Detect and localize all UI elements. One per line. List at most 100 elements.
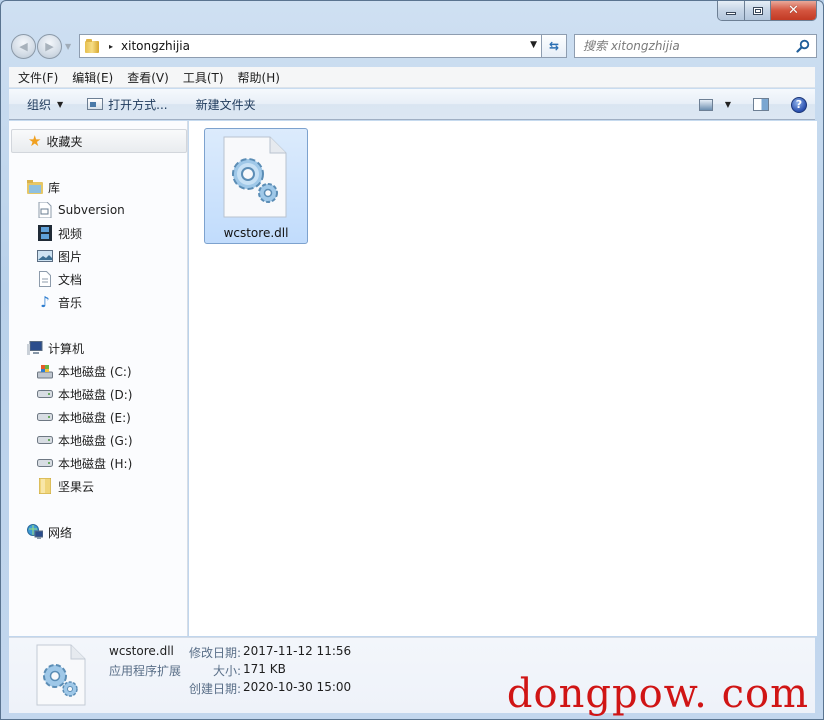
address-history-dropdown-icon[interactable]: ▼ <box>530 40 537 50</box>
organize-label: 组织 <box>27 97 52 112</box>
document-icon <box>37 271 53 287</box>
new-folder-label: 新建文件夹 <box>195 97 256 112</box>
dll-gear-icon <box>223 136 287 218</box>
back-button[interactable]: ◀ <box>11 34 36 59</box>
minimize-button[interactable] <box>718 1 745 20</box>
sidebar-item-drive-e[interactable]: 本地磁盘 (E:) <box>37 407 131 427</box>
sidebar-item-label: 本地磁盘 (H:) <box>58 456 133 471</box>
back-arrow-icon: ◀ <box>19 40 28 53</box>
file-list-pane: wcstore.dll <box>189 121 817 636</box>
created-date-label: 创建日期: <box>188 682 241 696</box>
refresh-button[interactable]: ⇆ <box>541 34 567 58</box>
sidebar-item-subversion[interactable]: Subversion <box>37 200 125 220</box>
document-icon <box>37 202 53 218</box>
close-icon: ✕ <box>788 3 799 18</box>
breadcrumb-chevron-icon[interactable]: ▸ <box>109 42 113 51</box>
size-label: 大小: <box>212 664 241 678</box>
picture-icon <box>37 248 53 264</box>
preview-pane-icon[interactable] <box>753 98 769 111</box>
sidebar-item-label: 音乐 <box>58 295 83 310</box>
menu-help[interactable]: 帮助(H) <box>233 69 285 86</box>
help-icon[interactable]: ? <box>791 96 807 113</box>
sidebar-item-jianguoyun[interactable]: 坚果云 <box>37 476 94 496</box>
network-icon <box>27 524 43 540</box>
refresh-icon: ⇆ <box>548 39 560 53</box>
caption-buttons: ✕ <box>717 1 817 21</box>
sidebar-item-label: 收藏夹 <box>46 134 83 149</box>
sidebar-item-label: 视频 <box>58 226 83 241</box>
library-folder-icon <box>27 179 43 195</box>
sidebar-item-network[interactable]: 网络 <box>27 522 72 542</box>
video-film-icon <box>37 225 53 241</box>
menu-edit[interactable]: 编辑(E) <box>67 69 118 86</box>
sidebar-item-videos[interactable]: 视频 <box>37 223 82 243</box>
menu-file[interactable]: 文件(F) <box>13 69 63 86</box>
sidebar-item-libraries[interactable]: 库 <box>27 177 60 197</box>
open-with-button[interactable]: 打开方式... <box>79 92 175 116</box>
minimize-icon <box>726 11 736 15</box>
sidebar-item-drive-c[interactable]: 本地磁盘 (C:) <box>37 361 132 381</box>
maximize-icon <box>752 6 763 15</box>
hard-drive-icon <box>37 432 53 448</box>
open-with-icon <box>87 98 104 110</box>
sidebar-item-label: 本地磁盘 (D:) <box>58 387 133 402</box>
sidebar-item-label: Subversion <box>58 203 125 217</box>
search-icon[interactable] <box>796 39 810 53</box>
created-date-value: 2020-10-30 15:00 <box>243 680 352 694</box>
change-view-icon[interactable] <box>698 98 713 111</box>
sidebar-item-computer[interactable]: 计算机 <box>27 338 84 358</box>
sidebar-item-documents[interactable]: 文档 <box>37 269 82 289</box>
sidebar-item-label: 网络 <box>48 525 73 540</box>
menu-tools[interactable]: 工具(T) <box>178 69 229 86</box>
file-name: wcstore.dll <box>223 226 289 240</box>
hard-drive-icon <box>37 386 53 402</box>
sidebar-item-label: 本地磁盘 (E:) <box>58 410 131 425</box>
hard-drive-icon <box>37 455 53 471</box>
command-bar: 组织 ▼ 打开方式... 新建文件夹 ▼ ? <box>9 89 815 120</box>
computer-icon <box>27 340 43 356</box>
music-note-icon: ♪ <box>40 293 50 311</box>
watermark-text: dongpow. com <box>506 671 809 717</box>
view-options-dropdown-icon[interactable]: ▼ <box>725 100 731 109</box>
address-bar[interactable]: ▸ xitongzhijia ▼ <box>79 34 541 58</box>
sidebar-item-pictures[interactable]: 图片 <box>37 246 82 266</box>
open-with-label: 打开方式... <box>108 97 168 112</box>
navigation-bar: ◀ ▶ ▼ ▸ xitongzhijia ▼ ⇆ <box>9 32 817 60</box>
sidebar-item-drive-h[interactable]: 本地磁盘 (H:) <box>37 453 132 473</box>
dll-gear-icon <box>36 644 86 706</box>
recent-pages-dropdown-icon[interactable]: ▼ <box>65 42 71 51</box>
command-bar-right: ▼ ? <box>698 89 807 120</box>
modified-date-value: 2017-11-12 11:56 <box>243 644 352 658</box>
chevron-down-icon: ▼ <box>57 99 64 109</box>
forward-arrow-icon: ▶ <box>45 40 54 53</box>
sidebar-item-drive-d[interactable]: 本地磁盘 (D:) <box>37 384 132 404</box>
system-drive-icon <box>37 363 53 379</box>
modified-date-label: 修改日期: <box>188 646 241 660</box>
sidebar-item-label: 图片 <box>58 249 83 264</box>
sidebar-item-label: 文档 <box>58 272 83 287</box>
sidebar-item-label: 本地磁盘 (C:) <box>58 364 132 379</box>
navigation-pane: ★ 收藏夹 库 Subversion 视频 图片 文档 ♪ 音乐 计算机 本地磁… <box>9 121 188 636</box>
maximize-button[interactable] <box>745 1 771 20</box>
star-icon: ★ <box>28 132 42 150</box>
size-value: 171 KB <box>243 662 286 676</box>
forward-button[interactable]: ▶ <box>37 34 62 59</box>
new-folder-button[interactable]: 新建文件夹 <box>188 92 264 116</box>
sidebar-item-label: 计算机 <box>48 341 85 356</box>
sidebar-item-label: 本地磁盘 (G:) <box>58 433 133 448</box>
search-input[interactable] <box>583 39 793 53</box>
breadcrumb-current-folder[interactable]: xitongzhijia <box>121 39 190 53</box>
sidebar-item-music[interactable]: ♪ 音乐 <box>37 292 82 312</box>
file-item[interactable]: wcstore.dll <box>204 128 308 244</box>
sidebar-item-favorites[interactable]: ★ 收藏夹 <box>11 129 187 153</box>
search-box[interactable] <box>574 34 817 58</box>
organize-button[interactable]: 组织 ▼ <box>19 92 71 116</box>
menu-bar: 文件(F) 编辑(E) 查看(V) 工具(T) 帮助(H) <box>9 67 815 88</box>
close-button[interactable]: ✕ <box>771 1 816 20</box>
folder-icon <box>37 478 53 494</box>
folder-icon <box>85 39 101 53</box>
menu-view[interactable]: 查看(V) <box>122 69 174 86</box>
sidebar-item-drive-g[interactable]: 本地磁盘 (G:) <box>37 430 133 450</box>
sidebar-item-label: 坚果云 <box>58 479 95 494</box>
hard-drive-icon <box>37 409 53 425</box>
